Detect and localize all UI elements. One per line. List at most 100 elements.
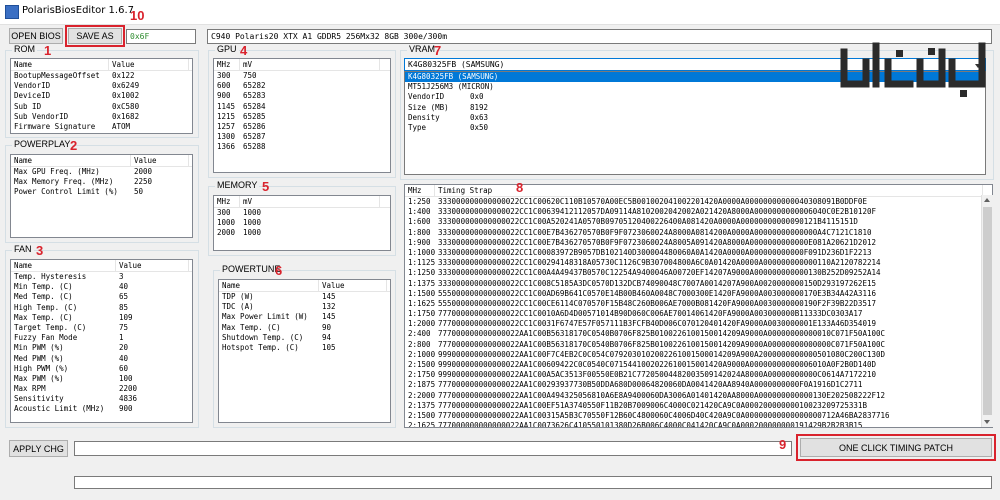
fan-table-row[interactable]: Max RPM 2200 bbox=[11, 384, 192, 394]
timing-strap-table[interactable]: MHz Timing Strap 1:250 333000000000000022CC… bbox=[404, 184, 993, 428]
rom-table-row[interactable]: VendorID 0x6249 bbox=[11, 81, 192, 91]
timing-table-row[interactable]: 2:2000 777000000000000022AA1C00A494325056… bbox=[405, 391, 992, 401]
fan-table-row[interactable]: Acoustic Limit (MHz) 900 bbox=[11, 404, 192, 414]
gpu-table-row[interactable]: 1145 65284 bbox=[214, 102, 390, 112]
save-as-highlight bbox=[65, 25, 125, 47]
powerplay-table-row[interactable]: Power Control Limit (%) 50 bbox=[11, 187, 192, 197]
powertune-table-row[interactable]: TDP (W) 145 bbox=[219, 292, 390, 302]
memory-table-row[interactable]: 300 1000 bbox=[214, 208, 390, 218]
powerplay-column-header[interactable]: Name bbox=[11, 155, 131, 166]
gpu-table-row[interactable]: 600 65282 bbox=[214, 81, 390, 91]
memory-cell: 1000 bbox=[243, 228, 262, 238]
fan-table-row[interactable]: High PWM (%) 60 bbox=[11, 364, 192, 374]
rom-table-row[interactable]: Firmware Signature ATOM bbox=[11, 122, 192, 132]
fan-table-row[interactable]: High Temp. (C) 85 bbox=[11, 303, 192, 313]
fan-cell: 4836 bbox=[119, 394, 138, 404]
timing-table-row[interactable]: 2:1500 999000000000000022AA1C00609422C0C0… bbox=[405, 360, 992, 370]
timing-table-row[interactable]: 1:900 333000000000000022CC1C00E7B43627057… bbox=[405, 238, 992, 248]
fan-table-row[interactable]: Temp. Hysteresis 3 bbox=[11, 272, 192, 282]
rom-table[interactable]: Name Value BootupMessageOffset 0x122 VendorI… bbox=[10, 58, 193, 134]
powerplay-cell: Power Control Limit (%) bbox=[14, 187, 118, 197]
timing-cell: 555000000000000022CC1C00CE6114C070570F15… bbox=[438, 298, 876, 308]
fan-table[interactable]: Name Value Temp. Hysteresis 3 Min Temp. (C) 4… bbox=[10, 259, 193, 423]
timing-table-row[interactable]: 1:2000 777000000000000022CC1C0031F6747E57… bbox=[405, 319, 992, 329]
fan-table-row[interactable]: Target Temp. (C) 75 bbox=[11, 323, 192, 333]
timing-table-row[interactable]: 1:600 333000000000000022CC1C00A520241A057… bbox=[405, 217, 992, 227]
memory-column-header[interactable]: MHz bbox=[214, 196, 240, 207]
fan-column-header[interactable]: Name bbox=[11, 260, 116, 271]
gpu-cell: 300 bbox=[217, 71, 231, 80]
powertune-table-row[interactable]: Max Temp. (C) 90 bbox=[219, 323, 390, 333]
timing-table-row[interactable]: 2:1750 999000000000000022AA1C00A5AC3513F0… bbox=[405, 370, 992, 380]
timing-table-row[interactable]: 2:1375 777000000000000022AA1C00EF51A37405… bbox=[405, 401, 992, 411]
memory-cell: 300 bbox=[217, 208, 231, 217]
powerplay-table[interactable]: Name Value Max GPU Freq. (MHz) 2000 Max Memo… bbox=[10, 154, 193, 238]
timing-table-row[interactable]: 1:1750 777000000000000022CC1C0010A6D4D005… bbox=[405, 309, 992, 319]
timing-scrollbar[interactable] bbox=[981, 195, 993, 427]
scroll-up-icon[interactable] bbox=[984, 198, 990, 202]
fan-column-header[interactable]: Value bbox=[116, 260, 189, 271]
powertune-table[interactable]: Name Value TDP (W) 145 TDC (A) 132 Max Power L… bbox=[218, 279, 391, 423]
rom-column-header[interactable]: Name bbox=[11, 59, 109, 70]
rom-column-header[interactable]: Value bbox=[109, 59, 189, 70]
timing-table-row[interactable]: 1:1375 333000000000000022CC1C008C5185A3DC… bbox=[405, 279, 992, 289]
scroll-thumb[interactable] bbox=[983, 207, 992, 415]
timing-table-row[interactable]: 1:800 333000000000000022CC1C00E7B43627057… bbox=[405, 228, 992, 238]
memory-column-header[interactable]: mV bbox=[240, 196, 380, 207]
timing-table-row[interactable]: 2:800 777000000000000022AA1C00B56318170C0… bbox=[405, 340, 992, 350]
gpu-table-row[interactable]: 900 65283 bbox=[214, 91, 390, 101]
timing-table-row[interactable]: 1:1500 555000000000000022CC1C00AD69B641C0… bbox=[405, 289, 992, 299]
memory-table[interactable]: MHz mV 300 1000 1000 1000 2000 1000 bbox=[213, 195, 391, 251]
timing-table-row[interactable]: 2:1875 777000000000000022AA1C00293937730B… bbox=[405, 380, 992, 390]
rom-table-row[interactable]: BootupMessageOffset 0x122 bbox=[11, 71, 192, 81]
timing-cell: 1:600 bbox=[408, 217, 431, 227]
timing-table-row[interactable]: 2:1000 999000000000000022AA1C00F7C4EB2C0C… bbox=[405, 350, 992, 360]
powertune-table-row[interactable]: Hotspot Temp. (C) 105 bbox=[219, 343, 390, 353]
rom-table-row[interactable]: Sub VendorID 0x1682 bbox=[11, 112, 192, 122]
timing-table-row[interactable]: 1:1625 555000000000000022CC1C00CE6114C070… bbox=[405, 299, 992, 309]
gpu-column-header[interactable]: mV bbox=[240, 59, 380, 70]
gpu-table-row[interactable]: 1366 65288 bbox=[214, 142, 390, 152]
gpu-table[interactable]: MHz mV 300 750 600 65282 900 65283 1145 65284 1215… bbox=[213, 58, 391, 173]
timing-table-row[interactable]: 1:1000 333000000000000022CC1C00083972B905… bbox=[405, 248, 992, 258]
rom-table-row[interactable]: DeviceID 0x1002 bbox=[11, 91, 192, 101]
fan-table-row[interactable]: Med Temp. (C) 65 bbox=[11, 292, 192, 302]
fan-table-row[interactable]: Fuzzy Fan Mode 1 bbox=[11, 333, 192, 343]
powertune-table-row[interactable]: TDC (A) 132 bbox=[219, 302, 390, 312]
timing-table-row[interactable]: 1:250 333000000000000022CC1C00620C110B105… bbox=[405, 197, 992, 207]
timing-table-row[interactable]: 1:400 333000000000000022CC1C0063941211205… bbox=[405, 207, 992, 217]
powertune-cell: 105 bbox=[322, 342, 336, 352]
gpu-table-row[interactable]: 1257 65286 bbox=[214, 122, 390, 132]
memory-table-row[interactable]: 1000 1000 bbox=[214, 218, 390, 228]
fan-table-row[interactable]: Min Temp. (C) 40 bbox=[11, 282, 192, 292]
timing-table-row[interactable]: 1:1125 333000000000000022CC1C00294148318A… bbox=[405, 258, 992, 268]
gpu-table-row[interactable]: 1215 65285 bbox=[214, 112, 390, 122]
timing-table-row[interactable]: 2:1500 777000000000000022AA1C00315A5B3C70… bbox=[405, 411, 992, 421]
powertune-table-row[interactable]: Shutdown Temp. (C) 94 bbox=[219, 333, 390, 343]
open-bios-button[interactable]: OPEN BIOS bbox=[9, 28, 63, 44]
timing-column-header[interactable]: MHz bbox=[405, 185, 435, 196]
powerplay-column-header[interactable]: Value bbox=[131, 155, 189, 166]
powertune-table-row[interactable]: Max Power Limit (W) 145 bbox=[219, 312, 390, 322]
fan-table-row[interactable]: Med PWM (%) 40 bbox=[11, 354, 192, 364]
fan-table-row[interactable]: Max Temp. (C) 109 bbox=[11, 313, 192, 323]
title-bar[interactable]: PolarisBiosEditor 1.6.7 bbox=[0, 0, 1000, 25]
gpu-column-header[interactable]: MHz bbox=[214, 59, 240, 70]
timing-table-row[interactable]: 2:1625 777000000000000022AA1C0073626C4105… bbox=[405, 421, 992, 427]
vram-detail-row: Density 0x63 bbox=[405, 113, 985, 123]
fan-table-row[interactable]: Min PWM (%) 20 bbox=[11, 343, 192, 353]
timing-table-row[interactable]: 1:1250 333000000000000022CC1C00A4A49437B0… bbox=[405, 268, 992, 278]
scroll-down-icon[interactable] bbox=[984, 420, 990, 424]
powertune-column-header[interactable]: Name bbox=[219, 280, 319, 291]
timing-table-row[interactable]: 2:400 777000000000000022AA1C00B56318170C0… bbox=[405, 329, 992, 339]
powerplay-table-row[interactable]: Max GPU Freq. (MHz) 2000 bbox=[11, 167, 192, 177]
gpu-table-row[interactable]: 1300 65287 bbox=[214, 132, 390, 142]
fan-table-row[interactable]: Sensitivity 4836 bbox=[11, 394, 192, 404]
powerplay-table-row[interactable]: Max Memory Freq. (MHz) 2250 bbox=[11, 177, 192, 187]
gpu-table-row[interactable]: 300 750 bbox=[214, 71, 390, 81]
rom-table-row[interactable]: Sub ID 0xC580 bbox=[11, 102, 192, 112]
memory-table-row[interactable]: 2000 1000 bbox=[214, 228, 390, 238]
powertune-column-header[interactable]: Value bbox=[319, 280, 387, 291]
apply-changes-button[interactable]: APPLY CHG bbox=[9, 440, 68, 457]
fan-table-row[interactable]: Max PWM (%) 100 bbox=[11, 374, 192, 384]
